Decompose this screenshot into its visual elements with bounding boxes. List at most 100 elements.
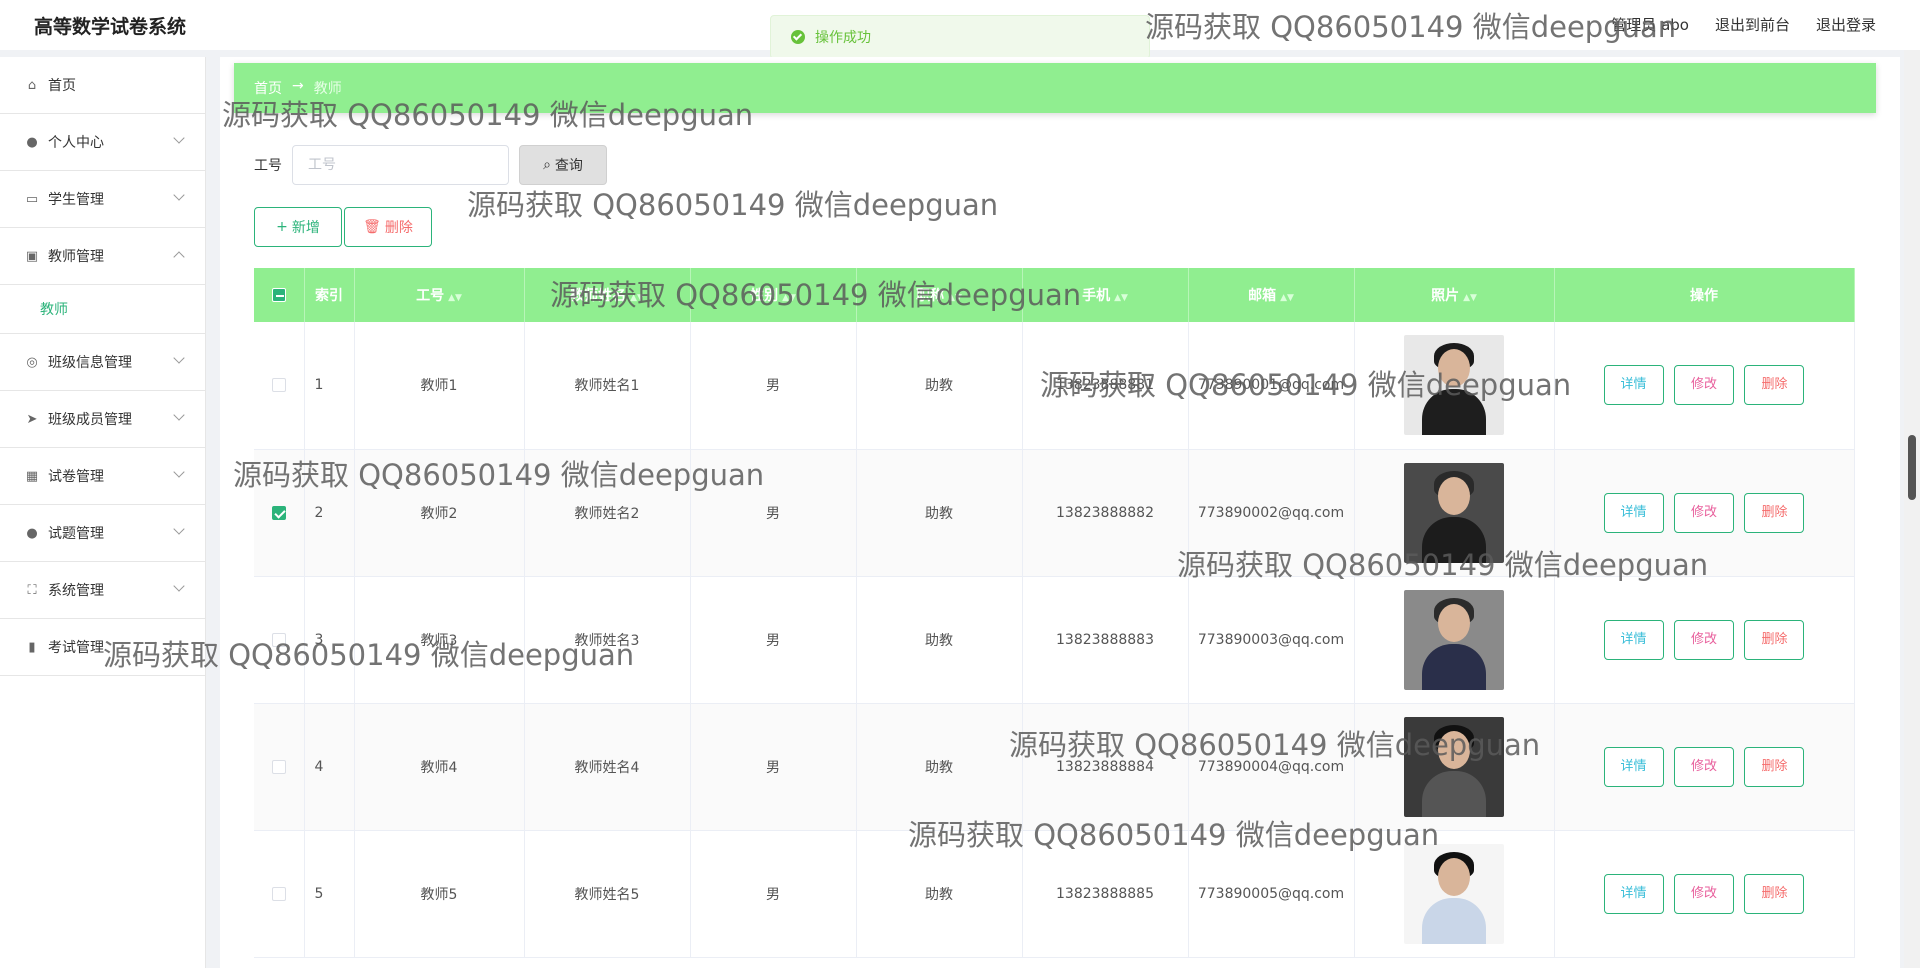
chevron-down-icon <box>173 580 185 592</box>
back-to-front-link[interactable]: 退出到前台 <box>1715 14 1790 35</box>
search-icon: ⌕ <box>543 157 551 173</box>
detail-button[interactable]: 详情 <box>1603 619 1664 660</box>
toast-message: 操作成功 <box>815 30 871 46</box>
cell-title: 助教 <box>856 449 1023 577</box>
breadcrumb-home[interactable]: 首页 <box>254 78 282 98</box>
cell-gender: 男 <box>690 322 857 450</box>
clipboard-icon: ▣ <box>25 248 39 264</box>
grid-icon: ▦ <box>25 468 39 484</box>
detail-button[interactable]: 详情 <box>1603 492 1664 533</box>
sort-icon: ▲▼ <box>1280 293 1294 303</box>
checkbox-checked-icon[interactable] <box>271 505 286 520</box>
row-checkbox-cell[interactable] <box>254 830 305 958</box>
sidebar-subitem-teacher[interactable]: 教师 <box>0 285 205 334</box>
header-email[interactable]: 邮箱 ▲▼ <box>1188 268 1355 322</box>
teacher-photo <box>1404 462 1504 563</box>
sidebar-item-class-info[interactable]: ◎ 班级信息管理 <box>0 334 205 391</box>
cell-photo <box>1354 830 1555 958</box>
cell-photo <box>1354 576 1555 704</box>
logout-link[interactable]: 退出登录 <box>1816 14 1876 35</box>
add-button-label: 新增 <box>291 220 320 236</box>
header-index: 索引 <box>304 268 355 322</box>
cell-actions: 详情 修改 删除 <box>1554 449 1855 577</box>
row-checkbox-cell[interactable] <box>254 322 305 450</box>
cell-name: 教师姓名3 <box>524 576 691 704</box>
table-header-row: 索引 工号 ▲▼ 教师姓名 ▲▼ 性别 ▲▼ 职称 ▲▼ 手机 ▲▼ 邮箱 ▲▼ 照片 ▲▼ … <box>254 268 1855 322</box>
chevron-up-icon <box>173 251 185 263</box>
row-checkbox-cell[interactable] <box>254 576 305 704</box>
table-body: 1 教师1 教师姓名1 男 助教 13823888881 773890001@q… <box>254 322 1855 958</box>
edit-button[interactable]: 修改 <box>1674 492 1734 533</box>
cell-photo <box>1354 449 1555 577</box>
app-title: 高等数学试卷系统 <box>34 16 187 38</box>
row-delete-button[interactable]: 删除 <box>1744 365 1805 406</box>
header-phone[interactable]: 手机 ▲▼ <box>1022 268 1189 322</box>
header-title[interactable]: 职称 ▲▼ <box>856 268 1023 322</box>
header-photo-label: 照片 <box>1431 288 1460 304</box>
sidebar-item-questions[interactable]: ● 试题管理 <box>0 505 205 562</box>
sidebar-item-system[interactable]: ⛶ 系统管理 <box>0 562 205 619</box>
row-delete-button[interactable]: 删除 <box>1744 619 1805 660</box>
delete-button[interactable]: 🗑 删除 <box>344 207 432 247</box>
add-button[interactable]: + 新增 <box>254 207 342 247</box>
plus-icon: + <box>276 219 288 235</box>
edit-button[interactable]: 修改 <box>1674 873 1734 914</box>
breadcrumb-separator: → <box>292 78 304 94</box>
sidebar-item-home[interactable]: ⌂ 首页 <box>0 57 205 114</box>
search-button-label: 查询 <box>554 158 583 174</box>
cell-title: 助教 <box>856 703 1023 831</box>
sidebar-item-label: 教师管理 <box>48 249 104 265</box>
row-delete-button[interactable]: 删除 <box>1744 746 1805 787</box>
checkbox-icon[interactable] <box>271 759 286 774</box>
success-toast: 操作成功 <box>770 15 1150 59</box>
page-scrollbar[interactable] <box>1904 50 1920 968</box>
search-button[interactable]: ⌕ 查询 <box>519 145 607 185</box>
row-delete-button[interactable]: 删除 <box>1744 492 1805 533</box>
compass-icon: ◎ <box>26 354 38 370</box>
search-input[interactable] <box>292 145 509 185</box>
chevron-down-icon <box>173 523 185 535</box>
row-checkbox-cell[interactable] <box>254 449 305 577</box>
cell-email: 773890001@qq.com <box>1188 322 1355 450</box>
sort-icon: ▲▼ <box>1463 293 1477 303</box>
sidebar-item-teachers[interactable]: ▣ 教师管理 <box>0 228 205 285</box>
sidebar-item-exams[interactable]: ▮ 考试管理 <box>0 619 205 676</box>
sort-icon: ▲▼ <box>1114 293 1128 303</box>
sidebar-item-profile[interactable]: ● 个人中心 <box>0 114 205 171</box>
cell-phone: 13823888884 <box>1022 703 1189 831</box>
cell-title: 助教 <box>856 322 1023 450</box>
detail-button[interactable]: 详情 <box>1603 873 1664 914</box>
header-id[interactable]: 工号 ▲▼ <box>354 268 525 322</box>
row-checkbox-cell[interactable] <box>254 703 305 831</box>
select-all-checkbox[interactable] <box>254 268 305 322</box>
sidebar-item-papers[interactable]: ▦ 试卷管理 <box>0 448 205 505</box>
cell-gender: 男 <box>690 449 857 577</box>
sidebar-item-students[interactable]: ▭ 学生管理 <box>0 171 205 228</box>
check-circle-icon <box>791 30 805 44</box>
edit-button[interactable]: 修改 <box>1674 746 1734 787</box>
cell-phone: 13823888881 <box>1022 322 1189 450</box>
edit-button[interactable]: 修改 <box>1674 365 1734 406</box>
table-row: 3 教师3 教师姓名3 男 助教 13823888883 773890003@q… <box>254 576 1855 704</box>
checkbox-icon[interactable] <box>271 378 286 393</box>
checkbox-icon[interactable] <box>271 632 286 647</box>
header-gender[interactable]: 性别 ▲▼ <box>690 268 857 322</box>
header-photo[interactable]: 照片 ▲▼ <box>1354 268 1555 322</box>
breadcrumb: 首页 → 教师 <box>254 78 342 98</box>
row-delete-button[interactable]: 删除 <box>1744 873 1805 914</box>
checkbox-icon[interactable] <box>271 886 286 901</box>
breadcrumb-bar: 首页 → 教师 <box>234 63 1876 113</box>
sidebar-item-class-members[interactable]: ➤ 班级成员管理 <box>0 391 205 448</box>
scrollbar-thumb[interactable] <box>1908 435 1916 500</box>
sort-icon: ▲▼ <box>448 293 462 303</box>
delete-button-label: 删除 <box>384 220 413 236</box>
header-name[interactable]: 教师姓名 ▲▼ <box>524 268 691 322</box>
cell-title: 助教 <box>856 576 1023 704</box>
sidebar: ⌂ 首页 ● 个人中心 ▭ 学生管理 ▣ 教师管理 教师 ◎ 班级信息管理 ➤ … <box>0 57 206 968</box>
detail-button[interactable]: 详情 <box>1603 365 1664 406</box>
edit-button[interactable]: 修改 <box>1674 619 1734 660</box>
detail-button[interactable]: 详情 <box>1603 746 1664 787</box>
cell-name: 教师姓名5 <box>524 830 691 958</box>
cell-id: 教师4 <box>354 703 525 831</box>
cell-index: 3 <box>304 576 355 704</box>
